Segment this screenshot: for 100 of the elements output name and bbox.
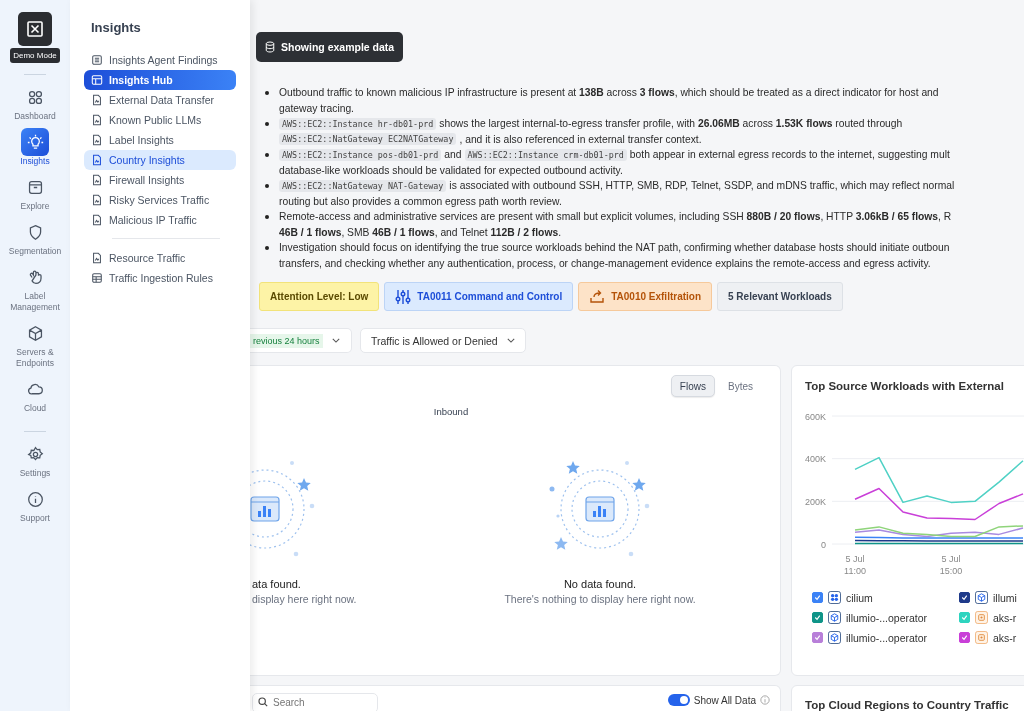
cube-icon [26, 324, 44, 342]
bullet-text: is associated with outbound SSH, HTTP, SMB, RDP, Telnet, SSDP, and mDNS traffic, which may reflect normal [449, 180, 955, 192]
settings-icon [26, 445, 44, 463]
document-icon [91, 114, 103, 126]
bullet-dot [265, 152, 269, 157]
table-icon [91, 272, 103, 284]
logo-icon [25, 19, 45, 39]
search-field[interactable]: Search [252, 692, 378, 711]
document-icon [91, 94, 103, 106]
menu-item[interactable]: Resource Traffic [84, 248, 236, 268]
bullet-text: both appear in external egress records to the internet, suggesting mult [629, 149, 950, 161]
card-title: Top Source Workloads with External [805, 380, 1005, 392]
cube-icon [828, 631, 841, 644]
nav-item[interactable]: Settings [2, 440, 68, 479]
bullet-text: and [444, 149, 462, 161]
list-icon [91, 54, 103, 66]
toggle-label: Show All Data [693, 694, 756, 706]
bullet-dot [265, 245, 269, 250]
filter-dropdown[interactable]: revious 24 hours [250, 328, 352, 353]
bullet-text: gateway tracing. [279, 102, 354, 114]
example-data-badge: Showing example data [256, 32, 404, 62]
bullet-dot [265, 183, 269, 188]
menu-title: Insights [91, 20, 142, 35]
empty-message: There's nothing to display here right now. [504, 593, 696, 605]
empty-title: ata found. [252, 578, 301, 590]
chart-title: Inbound [432, 406, 470, 417]
nav-item[interactable]: Servers & Endpoints [2, 319, 68, 369]
bullet-text: Investigation should focus on identifying the true source workloads behind the NAT path, confirming whether database hosts should initiate outboun [279, 242, 950, 254]
chip-icon [975, 611, 988, 624]
check-icon [960, 633, 969, 642]
legend-checkbox[interactable] [812, 592, 823, 603]
axis-label: 5 Jul 15:00 [939, 554, 963, 576]
menu-item[interactable]: Firewall Insights [84, 170, 236, 190]
bullet-text: , and it is also referenced in external transfer context. [459, 133, 702, 145]
bullet-text: 46B / 1 flows, SMB 46B / 1 flows, and Telnet 112B / 2 flows. [279, 226, 561, 238]
info-icon [760, 695, 770, 705]
axis-label: 5 Jul 11:00 [844, 554, 866, 576]
resource-tag: AWS::EC2::NatGateway NAT-Gateway [279, 179, 447, 192]
bullet-dot [265, 214, 269, 219]
document-icon [91, 134, 103, 146]
bullet-dot [265, 90, 269, 95]
cube-icon [828, 611, 841, 624]
resource-tag: AWS::EC2::Instance hr-db01-prd [279, 117, 437, 130]
document-icon [91, 252, 103, 264]
tag: TA0011 Command and Control [384, 282, 574, 311]
nav-item[interactable]: Segmentation [2, 218, 68, 257]
toggle-switch[interactable] [667, 694, 690, 706]
legend-checkbox[interactable] [959, 592, 970, 603]
menu-item[interactable]: Label Insights [84, 130, 236, 150]
menu-item[interactable]: Malicious IP Traffic [84, 210, 236, 230]
menu-item[interactable]: Known Public LLMs [84, 110, 236, 130]
menu-item[interactable]: External Data Transfer [84, 90, 236, 110]
check-icon [813, 613, 822, 622]
legend-checkbox[interactable] [812, 612, 823, 623]
nav-item[interactable]: Cloud [2, 375, 68, 414]
axis-label: 200K [804, 496, 826, 507]
check-icon [960, 593, 969, 602]
nav-item[interactable]: Dashboard [2, 83, 68, 122]
nav-item[interactable]: Explore [2, 173, 68, 212]
menu-item[interactable]: Insights Hub [84, 70, 236, 90]
bullet-text: database-like workloads should be validated for expected outbound activity. [279, 164, 623, 176]
document-icon [91, 194, 103, 206]
view-tab[interactable]: Flows [670, 375, 715, 397]
legend-label: illumio-...operator [846, 611, 928, 624]
app-logo[interactable] [18, 12, 52, 46]
legend-checkbox[interactable] [812, 632, 823, 643]
layout-icon [91, 74, 103, 86]
check-icon [813, 633, 822, 642]
bullet-text: Outbound traffic to known malicious IP infrastructure is present at 138B across 3 flows, which should be treated as a direct indicator for host and [279, 87, 939, 99]
legend-label: aks-r [993, 611, 1017, 624]
resource-tag: AWS::EC2::Instance crm-db01-prd [464, 148, 627, 161]
info-icon [26, 490, 44, 508]
menu-item[interactable]: Country Insights [84, 150, 236, 170]
cube-icon [975, 591, 988, 604]
legend-checkbox[interactable] [959, 632, 970, 643]
tag: Attention Level: Low [259, 282, 380, 311]
nav-item[interactable]: Label Management [2, 263, 68, 313]
search-icon [258, 697, 268, 707]
legend-label: aks-r [993, 631, 1017, 644]
database-icon [265, 41, 275, 53]
chip-icon [975, 631, 988, 644]
tooltip: Demo Mode [10, 48, 60, 63]
sliders-icon [395, 288, 412, 305]
document-icon [91, 214, 103, 226]
view-tab[interactable]: Bytes [719, 375, 762, 397]
menu-item[interactable]: Insights Agent Findings [84, 50, 236, 70]
document-icon [91, 174, 103, 186]
nav-item[interactable]: Support [2, 485, 68, 524]
menu-item[interactable]: Risky Services Traffic [84, 190, 236, 210]
menu-item[interactable]: Traffic Ingestion Rules [84, 268, 236, 288]
tag: 5 Relevant Workloads [717, 282, 843, 311]
axis-label: 0 [821, 539, 826, 550]
filter-dropdown[interactable]: Traffic is Allowed or Denied [360, 328, 526, 353]
axis-label: 600K [804, 411, 826, 422]
bullet-text: routing but also provides a common egress path worth review. [279, 195, 562, 207]
nav-item[interactable]: Insights [2, 128, 68, 167]
check-icon [813, 593, 822, 602]
legend-checkbox[interactable] [959, 612, 970, 623]
bullet-text: Remote-access and administrative services are present with small but explicit volumes, including SSH 880B / 20 flows, HTTP 3.06kB / 65 flows, R [279, 211, 952, 223]
chevron-down-icon [331, 338, 340, 343]
